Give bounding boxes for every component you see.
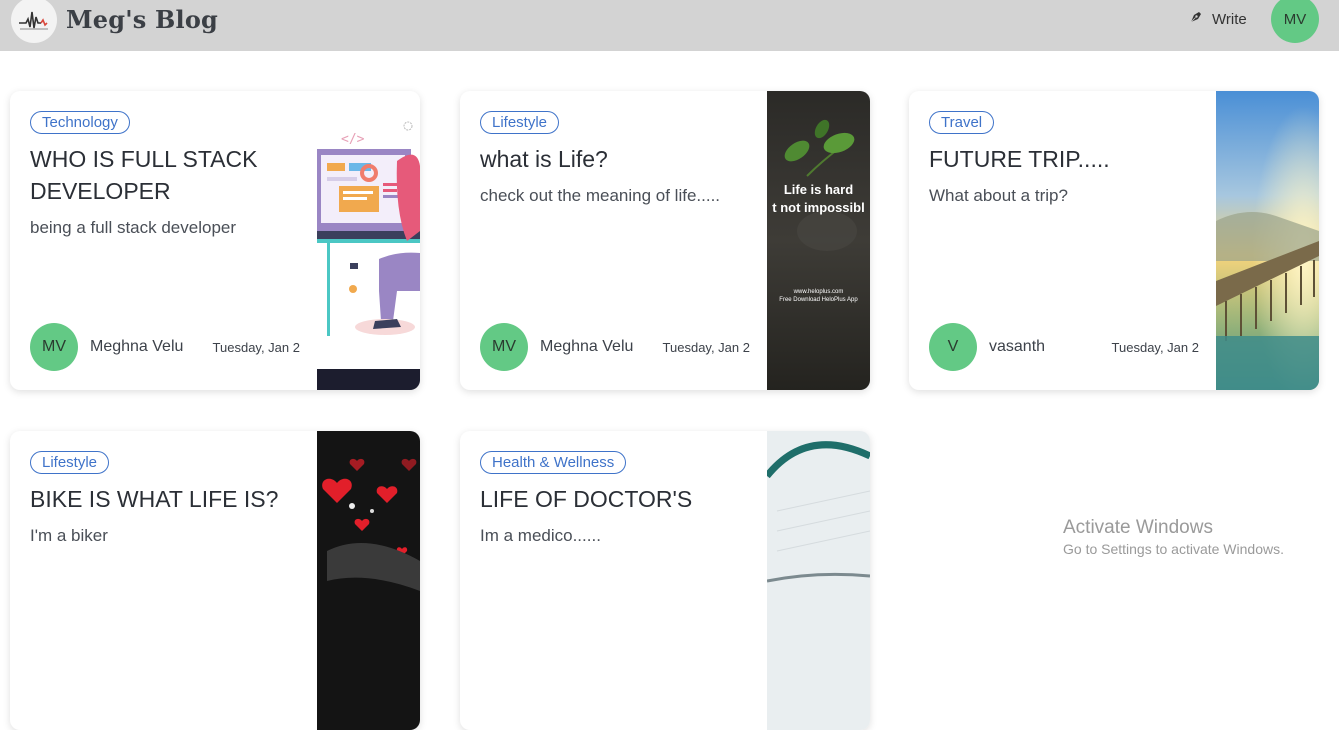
author-avatar[interactable]: V: [929, 323, 977, 371]
pen-nib-icon: [1188, 9, 1204, 29]
category-tag[interactable]: Travel: [929, 111, 995, 134]
post-description: being a full stack developer: [30, 218, 237, 237]
image-quote-line: t not impossibl: [772, 200, 865, 215]
write-label: Write: [1212, 10, 1247, 28]
category-tag[interactable]: Technology: [30, 111, 130, 134]
pulse-logo-icon[interactable]: [11, 0, 57, 43]
post-title[interactable]: FUTURE TRIP.....: [929, 143, 1199, 175]
author-avatar[interactable]: MV: [30, 323, 78, 371]
post-card[interactable]: Travel FUTURE TRIP..... What about a tri…: [909, 91, 1319, 390]
svg-text:</>: </>: [341, 132, 365, 147]
post-meta: V vasanth Tuesday, Jan 2: [929, 323, 1199, 371]
post-meta: MV Meghna Velu Tuesday, Jan 2: [480, 323, 750, 371]
post-title[interactable]: WHO IS FULL STACK DEVELOPER: [30, 143, 300, 207]
author-name: vasanth: [989, 338, 1046, 355]
post-description: Im a medico......: [480, 526, 601, 545]
image-caption: www.heloplus.com: [793, 289, 844, 295]
post-date: Tuesday, Jan 2: [662, 339, 750, 355]
category-tag[interactable]: Lifestyle: [30, 451, 110, 474]
user-avatar[interactable]: MV: [1271, 0, 1319, 43]
hearts-image[interactable]: [317, 431, 420, 730]
image-quote-line: Life is hard: [783, 182, 854, 197]
image-caption: Free Download HeloPlus App: [779, 297, 858, 303]
post-date: Tuesday, Jan 2: [1111, 339, 1199, 355]
stethoscope-image[interactable]: [764, 431, 870, 730]
post-card[interactable]: Health & Wellness LIFE OF DOCTOR'S Im a …: [460, 431, 870, 730]
post-description: check out the meaning of life.....: [480, 186, 721, 205]
category-tag[interactable]: Health & Wellness: [480, 451, 627, 474]
top-navbar: Meg's Blog Write MV: [0, 0, 1339, 51]
developer-illustration[interactable]: </>: [317, 91, 420, 390]
watermark-subtitle: Go to Settings to activate Windows.: [1063, 541, 1284, 557]
write-button[interactable]: Write: [1188, 9, 1247, 29]
windows-activation-watermark: Activate Windows Go to Settings to activ…: [1063, 517, 1284, 557]
post-date: Tuesday, Jan 2: [212, 339, 300, 355]
post-card[interactable]: Lifestyle what is Life? check out the me…: [460, 91, 870, 390]
post-meta: MV Meghna Velu Tuesday, Jan 2: [30, 323, 300, 371]
plant-quote-image[interactable]: Life is hard t not impossibl www.heloplu…: [767, 91, 870, 390]
author-avatar[interactable]: MV: [480, 323, 528, 371]
author-name: Meghna Velu: [90, 338, 184, 355]
watermark-title: Activate Windows: [1063, 517, 1213, 538]
post-card[interactable]: Technology WHO IS FULL STACK DEVELOPER b…: [10, 91, 420, 390]
post-title[interactable]: what is Life?: [480, 143, 750, 175]
category-tag[interactable]: Lifestyle: [480, 111, 560, 134]
author-name: Meghna Velu: [540, 338, 634, 355]
sunset-bridge-image[interactable]: [1216, 91, 1319, 390]
post-description: I'm a biker: [30, 526, 108, 545]
post-title[interactable]: LIFE OF DOCTOR'S: [480, 483, 750, 515]
post-card[interactable]: Lifestyle BIKE IS WHAT LIFE IS? I'm a bi…: [10, 431, 420, 730]
post-description: What about a trip?: [929, 186, 1068, 205]
post-title[interactable]: BIKE IS WHAT LIFE IS?: [30, 483, 300, 515]
brand-title[interactable]: Meg's Blog: [66, 5, 218, 34]
